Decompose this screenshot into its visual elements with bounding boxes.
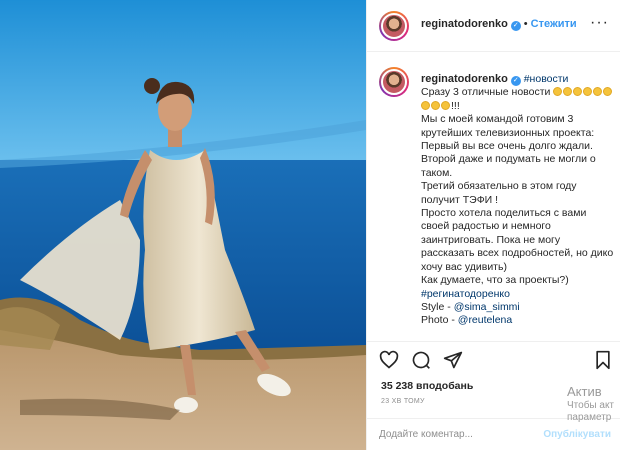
woman-on-cliff-image <box>0 0 366 450</box>
photo-credit-label: Photo - <box>421 314 458 327</box>
likes-count[interactable]: 35 238 вподобань <box>381 380 473 392</box>
caption-text: reginatodorenko ✓ #новости Сразу 3 отличн… <box>421 73 615 328</box>
emoji-icon <box>583 87 593 97</box>
header-user: reginatodorenko ✓ • Стежити <box>421 18 577 31</box>
emoji-icon <box>431 100 440 110</box>
mention-link[interactable]: @sima_simmi <box>454 301 520 313</box>
watermark-line: параметр <box>567 412 612 424</box>
watermark-line: Чтобы акт <box>567 400 615 412</box>
emoji-icon <box>441 100 450 110</box>
caption-username[interactable]: reginatodorenko <box>421 73 508 85</box>
caption-line: Второй даже и подумать не могли о таком. <box>421 153 596 179</box>
emoji-icon <box>573 87 583 97</box>
header-separator: • <box>523 18 528 30</box>
avatar[interactable] <box>379 11 409 41</box>
post-photo[interactable] <box>0 0 366 450</box>
activation-watermark: Актив Чтобы акт параметр <box>567 384 614 424</box>
action-bar <box>367 341 620 377</box>
emoji-icon <box>563 87 573 97</box>
comment-icon[interactable] <box>411 350 431 370</box>
caption-line: Мы с моей командой готовим 3 крутейших т… <box>421 113 595 139</box>
verified-badge-icon: ✓ <box>510 76 521 86</box>
comment-input[interactable] <box>379 429 539 440</box>
caption-line: Первый вы все очень долго ждали. <box>421 140 593 153</box>
watermark-line: Актив <box>567 384 602 399</box>
hashtag-link[interactable]: #новости <box>524 73 569 85</box>
emoji-icon <box>421 100 430 110</box>
caption-exclaim: !!! <box>451 99 460 112</box>
post-side-panel: reginatodorenko ✓ • Стежити ··· reginatodor… <box>366 0 620 450</box>
emoji-icon <box>593 87 603 97</box>
bookmark-icon[interactable] <box>593 350 613 370</box>
caption-avatar[interactable] <box>379 67 409 97</box>
follow-button[interactable]: Стежити <box>531 18 577 30</box>
post-header: reginatodorenko ✓ • Стежити ··· <box>367 0 620 52</box>
hashtag-link[interactable]: #регинатодоренко <box>421 288 615 301</box>
more-options-icon[interactable]: ··· <box>590 14 609 32</box>
caption-line: Просто хотела поделиться с вами своей ра… <box>421 207 614 273</box>
heart-icon[interactable] <box>379 350 399 370</box>
caption-line: Третий обязательно в этом году получит Т… <box>421 180 577 206</box>
caption-line: Как думаете, что за проекты?) <box>421 274 569 287</box>
emoji-icon <box>603 87 613 97</box>
publish-button[interactable]: Опублікувати <box>543 429 611 440</box>
verified-badge-icon: ✓ <box>510 21 521 31</box>
post-timestamp[interactable]: 23 ХВ ТОМУ <box>381 398 425 405</box>
style-credit-label: Style - <box>421 300 454 313</box>
header-username[interactable]: reginatodorenko <box>421 18 508 30</box>
emoji-icon <box>553 87 563 97</box>
caption-area: reginatodorenko ✓ #новости Сразу 3 отличн… <box>367 53 620 341</box>
mention-link[interactable]: @reutelena <box>458 314 512 326</box>
likes-label: вподобань <box>416 380 474 392</box>
caption-intro: Сразу 3 отличные новости <box>421 86 551 99</box>
share-icon[interactable] <box>443 350 463 370</box>
likes-number: 35 238 <box>381 380 414 392</box>
